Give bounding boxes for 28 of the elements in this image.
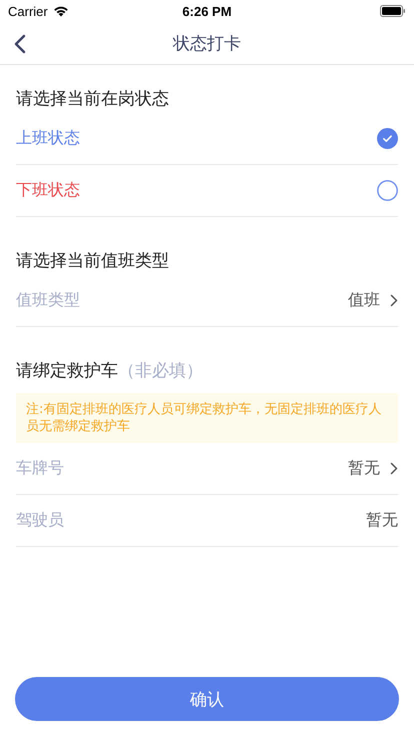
field-value: 暂无 [366, 510, 398, 531]
back-icon [14, 34, 26, 54]
section-heading: 请选择当前在岗状态 [16, 88, 170, 111]
wifi-icon [52, 5, 69, 17]
section-heading: 请选择当前值班类型 [16, 250, 170, 273]
status-option[interactable]: 下班状态 [16, 165, 398, 217]
section-heading: 请绑定救护车 [16, 360, 118, 383]
form-row[interactable]: 值班类型 值班 [16, 275, 398, 327]
field-label: 车牌号 [16, 458, 64, 479]
field-value: 暂无 [348, 458, 380, 479]
chevron-right-icon [390, 294, 398, 307]
form-row[interactable]: 车牌号 暂无 [16, 443, 398, 495]
chevron-right-icon [390, 462, 398, 475]
field-label: 值班类型 [16, 290, 80, 311]
field-label: 驾驶员 [16, 510, 64, 531]
option-label: 下班状态 [16, 180, 80, 201]
field-value: 值班 [348, 290, 380, 311]
status-time: 6:26 PM [182, 4, 232, 18]
optional-hint: （非必填） [118, 360, 203, 383]
option-label: 上班状态 [16, 128, 80, 149]
confirm-button[interactable]: 确认 [15, 677, 399, 721]
status-option[interactable]: 上班状态 [16, 113, 398, 165]
battery-icon [380, 5, 406, 17]
page-title: 状态打卡 [173, 32, 241, 54]
radio-icon[interactable] [377, 180, 398, 201]
radio-checked-icon[interactable] [377, 128, 398, 149]
notice-banner: 注:有固定排班的医疗人员可绑定救护车，无固定排班的医疗人员无需绑定救护车 [16, 393, 398, 443]
carrier-label: Carrier [8, 4, 48, 18]
